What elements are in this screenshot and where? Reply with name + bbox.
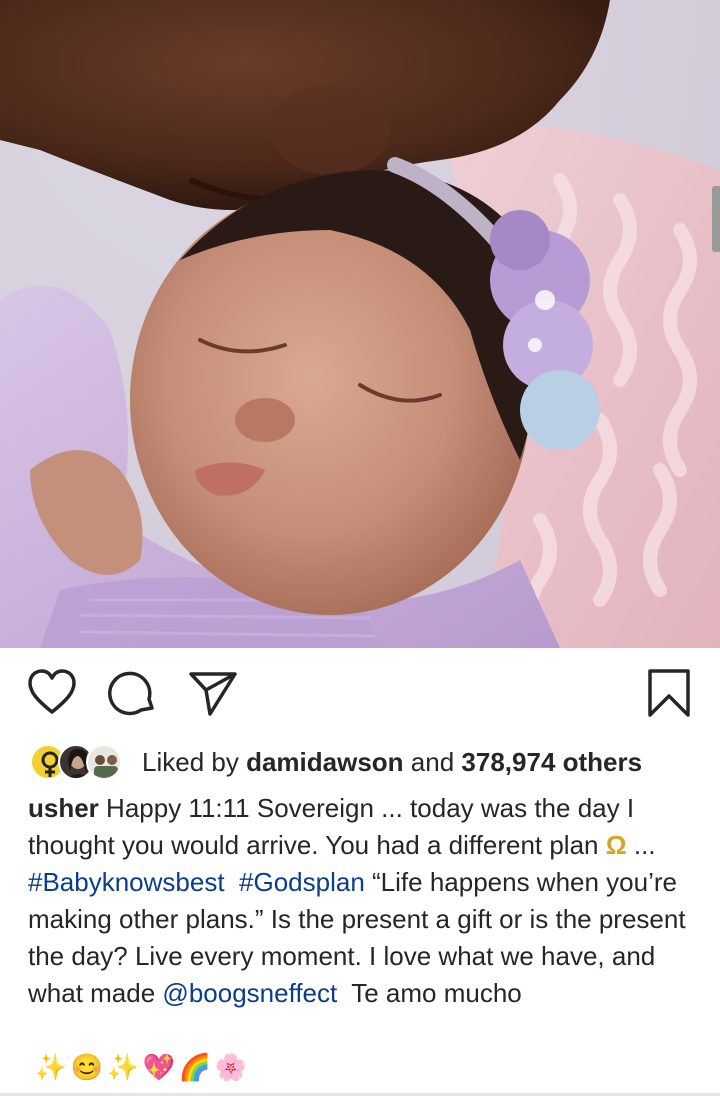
scroll-indicator[interactable] xyxy=(712,186,720,252)
likes-connector: and xyxy=(410,746,455,777)
heart-icon[interactable] xyxy=(27,668,77,718)
rainbow-icon: 🌈 xyxy=(178,1051,212,1082)
omega-emoji: Ω xyxy=(605,830,627,860)
photo-illustration xyxy=(0,0,720,648)
blossom-icon: 🌸 xyxy=(214,1051,248,1082)
sparkles-icon: ✨ xyxy=(34,1051,68,1082)
caption-text: ... xyxy=(633,830,656,860)
sparkles-icon: ✨ xyxy=(106,1051,140,1082)
caption-username[interactable]: usher xyxy=(28,793,99,823)
post-photo[interactable] xyxy=(0,0,720,648)
avatar[interactable] xyxy=(86,744,122,780)
likes-summary[interactable]: Liked by damidawson and 378,974 others xyxy=(142,747,642,778)
post-action-bar xyxy=(0,660,720,724)
bookmark-icon[interactable] xyxy=(644,668,694,718)
likes-row[interactable]: Liked by damidawson and 378,974 others xyxy=(30,740,710,784)
hashtag-link[interactable]: #Godsplan xyxy=(239,867,365,897)
caption-text: Happy 11:11 Sovereign ... today was the … xyxy=(28,793,635,860)
group-avatar-icon xyxy=(94,755,118,778)
caption-emojis: ✨ 😊 ✨ 💖 🌈 🌸 xyxy=(34,1050,248,1088)
liker-avatars[interactable] xyxy=(30,742,130,782)
likes-count-link[interactable]: 378,974 others xyxy=(461,747,642,777)
mention-link[interactable]: @boogsneffect xyxy=(162,978,337,1008)
send-icon[interactable] xyxy=(188,668,238,718)
first-liker-link[interactable]: damidawson xyxy=(246,747,403,777)
smiling-face-icon: 😊 xyxy=(70,1051,104,1082)
comment-icon[interactable] xyxy=(108,668,158,718)
caption-text: Te amo mucho xyxy=(351,978,522,1008)
likes-prefix: Liked by xyxy=(142,746,239,777)
sparkling-heart-icon: 💖 xyxy=(142,1051,176,1082)
post-caption: usher Happy 11:11 Sovereign ... today wa… xyxy=(28,790,688,1012)
hashtag-link[interactable]: #Babyknowsbest xyxy=(28,867,225,897)
